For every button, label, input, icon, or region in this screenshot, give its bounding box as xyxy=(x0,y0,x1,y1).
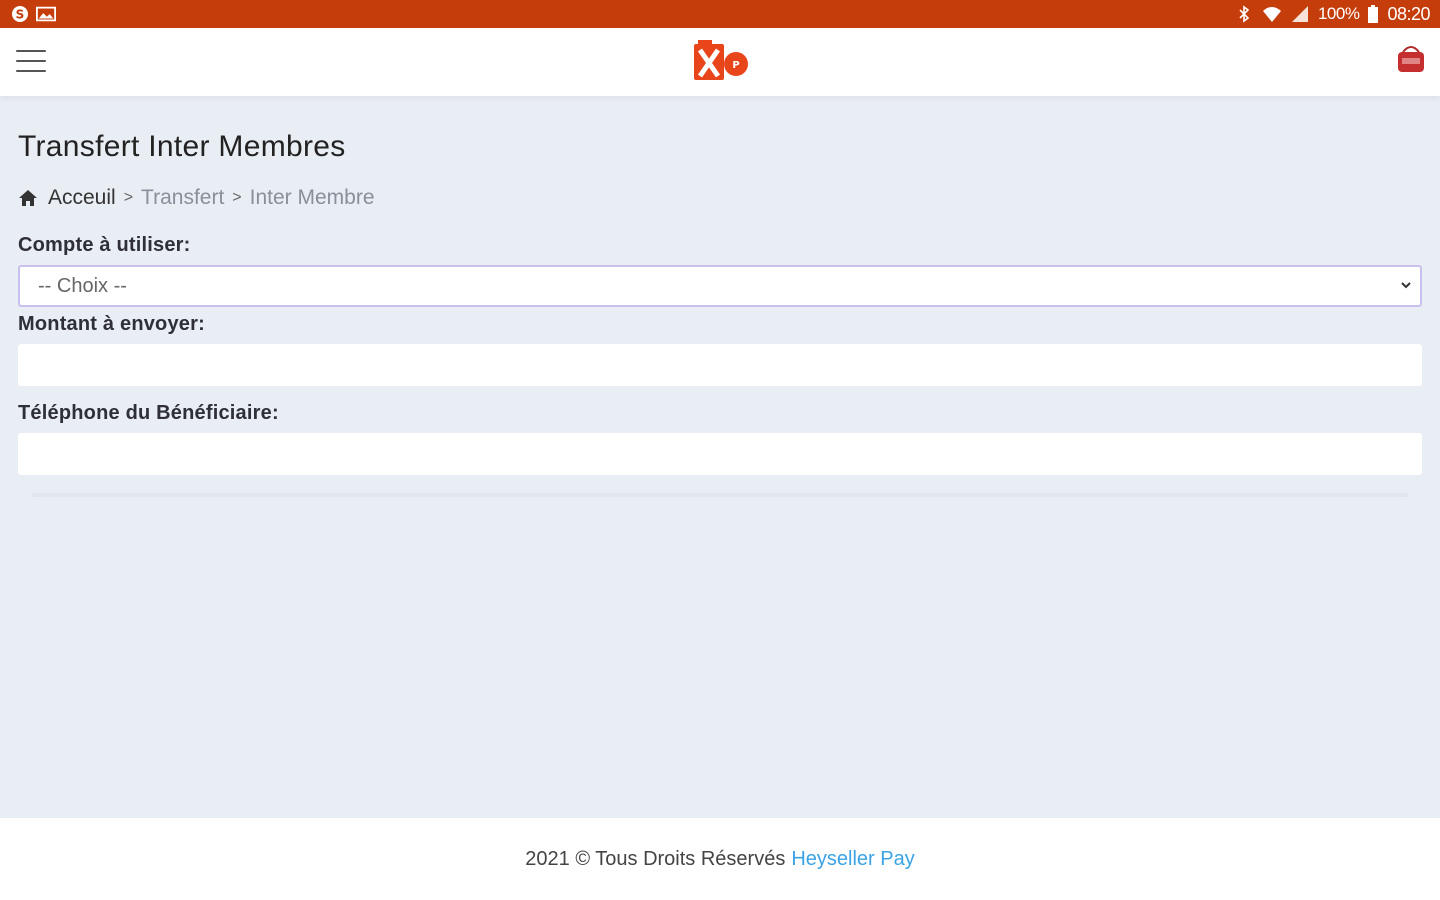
account-select-value: -- Choix -- xyxy=(38,275,127,297)
hamburger-menu-icon[interactable] xyxy=(16,50,46,76)
form-divider xyxy=(32,493,1408,497)
menu-line xyxy=(16,50,46,52)
amount-label: Montant à envoyer: xyxy=(18,313,205,335)
app-header: P xyxy=(0,28,1440,96)
breadcrumb-item-inter-membre: Inter Membre xyxy=(249,186,375,209)
battery-icon xyxy=(1368,5,1379,23)
shopping-bag-icon[interactable] xyxy=(1394,42,1428,76)
main-content: Transfert Inter Membres Acceuil > Transf… xyxy=(18,96,1422,497)
svg-text:P: P xyxy=(732,60,739,71)
amount-input[interactable] xyxy=(18,344,1422,386)
skype-icon: S xyxy=(12,6,28,22)
breadcrumb: Acceuil > Transfert > Inter Membre xyxy=(18,186,1422,210)
menu-line xyxy=(16,60,46,62)
status-left: S xyxy=(10,5,56,23)
breadcrumb-separator: > xyxy=(123,189,134,206)
gallery-icon xyxy=(36,6,56,22)
breadcrumb-separator: > xyxy=(232,189,242,206)
heyseller-logo[interactable]: P xyxy=(690,38,752,86)
page-title: Transfert Inter Membres xyxy=(18,130,346,163)
bluetooth-icon xyxy=(1239,5,1250,23)
phone-label: Téléphone du Bénéficiaire: xyxy=(18,402,279,424)
svg-text:S: S xyxy=(16,8,25,22)
status-bar: S 100% 08:20 xyxy=(0,0,1440,28)
signal-icon xyxy=(1291,6,1308,22)
home-icon xyxy=(19,190,37,206)
account-label: Compte à utiliser: xyxy=(18,234,191,256)
battery-percent: 100% xyxy=(1317,4,1360,23)
menu-line xyxy=(16,70,46,72)
footer-brand-link[interactable]: Heyseller Pay xyxy=(791,848,914,871)
breadcrumb-item-transfert[interactable]: Transfert xyxy=(141,186,224,210)
beneficiary-phone-input[interactable] xyxy=(18,433,1422,475)
chevron-down-icon xyxy=(1401,282,1411,289)
account-select[interactable]: -- Choix -- xyxy=(18,265,1422,307)
wifi-icon xyxy=(1262,7,1281,22)
clock: 08:20 xyxy=(1387,3,1430,24)
breadcrumb-home[interactable]: Acceuil xyxy=(18,186,116,210)
breadcrumb-home-label: Acceuil xyxy=(48,186,116,209)
footer-copyright: 2021 © Tous Droits Réservés xyxy=(525,847,786,870)
footer: 2021 © Tous Droits Réservés Heyseller Pa… xyxy=(0,818,1440,900)
status-right: 100% 08:20 xyxy=(1234,4,1430,25)
